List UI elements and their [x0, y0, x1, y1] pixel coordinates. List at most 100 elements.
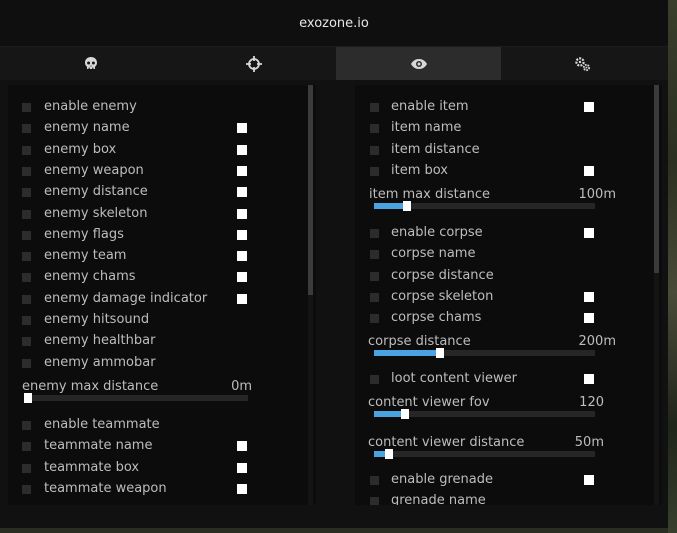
enemy-name-color-picker[interactable]	[237, 123, 247, 134]
enable-item-checkbox[interactable]	[370, 103, 379, 112]
enemy-damage-indicator-label: enemy damage indicator	[44, 290, 208, 306]
item-max-distance-slider-knob[interactable]	[403, 201, 411, 211]
corpse-skeleton-label: corpse skeleton	[391, 288, 494, 304]
enemy-skeleton-color-picker[interactable]	[237, 208, 247, 219]
corpse-name-checkbox[interactable]	[370, 250, 379, 260]
enable-corpse-color-picker[interactable]	[584, 228, 594, 238]
enemy-chams-row[interactable]: enemy chams	[8, 267, 316, 288]
teammate-weapon-color-picker[interactable]	[237, 483, 247, 494]
background-scene	[668, 0, 677, 533]
grenade-name-checkbox[interactable]	[370, 497, 379, 505]
corpse-chams-color-picker[interactable]	[584, 313, 594, 324]
enemy-weapon-checkbox[interactable]	[22, 166, 31, 176]
enemy-healthbar-checkbox[interactable]	[22, 337, 31, 347]
enemy-distance-row[interactable]: enemy distance	[8, 182, 316, 203]
enable-enemy-checkbox[interactable]	[22, 103, 31, 112]
enemy-max-distance-slider[interactable]	[24, 393, 248, 403]
item-box-checkbox[interactable]	[370, 166, 379, 176]
teammate-box-row[interactable]: teammate box	[8, 458, 316, 479]
enemy-box-row[interactable]: enemy box	[8, 140, 316, 161]
enemy-skeleton-checkbox[interactable]	[22, 209, 31, 219]
enemy-damage-indicator-checkbox[interactable]	[22, 294, 31, 304]
corpse-distance-checkbox[interactable]	[370, 271, 379, 281]
menu-window: exozone.io enable enemy enemy name enemy…	[0, 0, 668, 528]
enemy-hitsound-row[interactable]: enemy hitsound	[8, 310, 316, 331]
enable-item-color-picker[interactable]	[584, 102, 594, 112]
corpse-distance-slider[interactable]	[374, 348, 595, 358]
loot-content-viewer-row[interactable]: loot content viewer	[355, 369, 662, 390]
content-viewer-distance-label: content viewer distance	[368, 435, 525, 450]
enemy-box-checkbox[interactable]	[22, 145, 31, 155]
enemy-skeleton-row[interactable]: enemy skeleton	[8, 204, 316, 225]
enable-teammate-checkbox[interactable]	[22, 421, 31, 430]
corpse-chams-checkbox[interactable]	[370, 314, 379, 324]
item-max-distance-slider[interactable]	[374, 201, 595, 211]
teammate-name-color-picker[interactable]	[237, 441, 247, 452]
enemy-weapon-color-picker[interactable]	[237, 165, 247, 176]
enemy-flags-row[interactable]: enemy flags	[8, 225, 316, 246]
enemy-chams-checkbox[interactable]	[22, 273, 31, 283]
teammate-weapon-checkbox[interactable]	[22, 484, 31, 494]
enemy-damage-indicator-row[interactable]: enemy damage indicator	[8, 289, 316, 310]
content-viewer-distance-slider[interactable]	[374, 449, 595, 459]
content-viewer-fov-slider-knob[interactable]	[401, 409, 409, 419]
enemy-chams-color-picker[interactable]	[237, 272, 247, 283]
teammate-name-checkbox[interactable]	[22, 442, 31, 452]
loot-content-viewer-checkbox[interactable]	[370, 375, 379, 384]
enemy-ammobar-row[interactable]: enemy ammobar	[8, 353, 316, 374]
enable-grenade-label: enable grenade	[391, 472, 493, 487]
item-box-color-picker[interactable]	[584, 165, 594, 176]
enable-enemy-row[interactable]: enable enemy	[8, 97, 316, 118]
enemy-ammobar-checkbox[interactable]	[22, 358, 31, 368]
enable-corpse-row[interactable]: enable corpse	[355, 223, 662, 244]
item-distance-checkbox[interactable]	[370, 145, 379, 155]
tab-visuals[interactable]	[336, 47, 501, 80]
corpse-skeleton-row[interactable]: corpse skeleton	[355, 287, 662, 308]
corpse-skeleton-checkbox[interactable]	[370, 292, 379, 302]
item-name-checkbox[interactable]	[370, 124, 379, 134]
enable-grenade-row[interactable]: enable grenade	[355, 470, 662, 491]
corpse-distance-slider-knob[interactable]	[436, 348, 444, 358]
tab-visuals-players[interactable]	[8, 47, 173, 80]
content-viewer-distance-slider-knob[interactable]	[385, 449, 393, 459]
tab-aim[interactable]	[171, 47, 336, 80]
enable-teammate-row[interactable]: enable teammate	[8, 415, 316, 436]
corpse-chams-row[interactable]: corpse chams	[355, 308, 662, 329]
enemy-damage-indicator-color-picker[interactable]	[237, 293, 247, 304]
loot-content-viewer-color-picker[interactable]	[584, 374, 594, 384]
grenade-name-row[interactable]: grenade name	[355, 491, 662, 505]
enemy-team-color-picker[interactable]	[237, 251, 247, 262]
enemy-max-distance-slider-knob[interactable]	[24, 393, 32, 403]
enemy-flags-color-picker[interactable]	[237, 229, 247, 240]
item-distance-row[interactable]: item distance	[355, 140, 662, 161]
enemy-distance-color-picker[interactable]	[237, 187, 247, 198]
teammate-box-checkbox[interactable]	[22, 463, 31, 473]
corpse-skeleton-color-picker[interactable]	[584, 291, 594, 302]
content-viewer-distance-value: 50m	[574, 435, 604, 450]
enable-grenade-checkbox[interactable]	[370, 476, 379, 485]
teammate-name-row[interactable]: teammate name	[8, 436, 316, 457]
enable-corpse-label: enable corpse	[391, 225, 483, 240]
enemy-weapon-row[interactable]: enemy weapon	[8, 161, 316, 182]
corpse-name-row[interactable]: corpse name	[355, 244, 662, 265]
enemy-box-color-picker[interactable]	[237, 144, 247, 155]
corpse-distance-row[interactable]: corpse distance	[355, 266, 662, 287]
teammate-box-color-picker[interactable]	[237, 462, 247, 473]
enemy-team-row[interactable]: enemy team	[8, 246, 316, 267]
enemy-hitsound-checkbox[interactable]	[22, 316, 31, 325]
title-bar[interactable]: exozone.io	[0, 0, 668, 47]
content-viewer-fov-slider[interactable]	[374, 409, 595, 419]
teammate-weapon-row[interactable]: teammate weapon	[8, 479, 316, 500]
tab-settings[interactable]	[500, 47, 665, 80]
enemy-distance-checkbox[interactable]	[22, 188, 31, 198]
enemy-name-row[interactable]: enemy name	[8, 118, 316, 139]
enemy-name-checkbox[interactable]	[22, 124, 31, 134]
enemy-team-checkbox[interactable]	[22, 252, 31, 262]
item-name-row[interactable]: item name	[355, 118, 662, 139]
enable-item-row[interactable]: enable item	[355, 97, 662, 118]
item-box-row[interactable]: item box	[355, 161, 662, 182]
enable-grenade-color-picker[interactable]	[584, 475, 594, 485]
enemy-flags-checkbox[interactable]	[22, 230, 31, 240]
enable-corpse-checkbox[interactable]	[370, 229, 379, 238]
enemy-healthbar-row[interactable]: enemy healthbar	[8, 331, 316, 352]
